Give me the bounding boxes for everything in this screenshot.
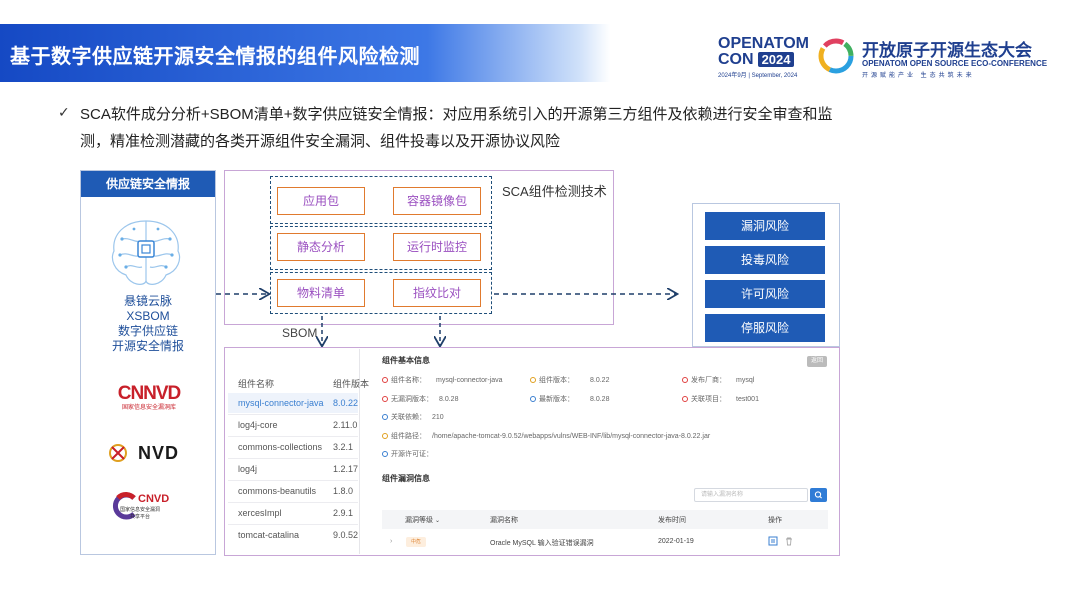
field-vendor-value: mysql <box>736 377 755 384</box>
slide: 基于数字供应链开源安全情报的组件风险检测 OPENATOM CON 2024 20… <box>0 0 1080 608</box>
row-divider <box>228 524 358 525</box>
sbom-label: SBOM <box>282 326 318 340</box>
component-row-name[interactable]: xercesImpl <box>238 508 282 518</box>
field-name: 组件名称： mysql-connector-java <box>382 375 503 385</box>
dot-icon <box>382 396 388 402</box>
component-row-name[interactable]: log4j <box>238 464 257 474</box>
vuln-level-badge: 中危 <box>406 537 426 547</box>
row-divider <box>228 502 358 503</box>
chevron-down-icon: ⌄ <box>435 518 441 524</box>
field-version: 组件版本： 8.0.22 <box>530 375 609 385</box>
component-row-version[interactable]: 1.8.0 <box>333 486 353 496</box>
component-row-version[interactable]: 2.11.0 <box>333 420 357 430</box>
dot-icon <box>382 414 388 420</box>
vuln-table-header <box>382 510 828 529</box>
field-recommend-value: 8.0.28 <box>439 396 459 403</box>
vuln-risk-badge: 漏洞风险 <box>705 212 825 240</box>
component-row-version[interactable]: 8.0.22 <box>333 398 358 408</box>
dot-icon <box>382 433 388 439</box>
field-latest-value: 8.0.28 <box>590 396 610 403</box>
field-license: 开源许可证： <box>382 449 433 459</box>
component-row-name[interactable]: tomcat-catalina <box>238 530 299 540</box>
vuln-info-title: 组件漏洞信息 <box>382 474 430 483</box>
field-path-label: 组件路径： <box>391 433 426 440</box>
vuln-col-level[interactable]: 漏洞等级 ⌄ <box>405 515 440 525</box>
detail-icon[interactable] <box>768 536 778 546</box>
dot-icon <box>530 396 536 402</box>
vuln-row-name[interactable]: Oracle MySQL 输入验证错误漏洞 <box>490 538 594 548</box>
component-row-version[interactable]: 9.0.52 <box>333 530 358 540</box>
field-license-label: 开源许可证： <box>391 451 433 458</box>
field-path: 组件路径： /home/apache-tomcat-9.0.52/webapps/… <box>382 431 710 441</box>
component-row-version[interactable]: 3.2.1 <box>333 442 353 452</box>
component-row-name[interactable]: commons-beanutils <box>238 486 316 496</box>
row-divider <box>228 436 358 437</box>
col-header-version: 组件版本 <box>333 379 370 389</box>
row-divider <box>228 480 358 481</box>
vuln-col-action: 操作 <box>768 517 782 524</box>
field-path-value: /home/apache-tomcat-9.0.52/webapps/vulns… <box>432 433 711 440</box>
field-version-label: 组件版本： <box>539 377 574 384</box>
expand-chevron-icon[interactable]: › <box>390 538 392 545</box>
component-row-name[interactable]: log4j-core <box>238 420 278 430</box>
eol-risk-badge: 停服风险 <box>705 314 825 342</box>
row-divider <box>228 458 358 459</box>
field-recommend-label: 无漏洞版本： <box>391 396 433 403</box>
dot-icon <box>530 377 536 383</box>
field-deps-label: 关联依赖： <box>391 414 426 421</box>
back-button[interactable]: 返回 <box>807 356 827 367</box>
col-header-name: 组件名称 <box>238 379 275 389</box>
trash-icon[interactable] <box>784 536 794 546</box>
license-risk-badge: 许可风险 <box>705 280 825 308</box>
vuln-col-level-label: 漏洞等级 <box>405 517 433 524</box>
vuln-search-input[interactable]: 请输入漏洞名称 <box>694 488 808 502</box>
row-divider <box>228 414 358 415</box>
field-latest-label: 最新版本： <box>539 396 574 403</box>
dot-icon <box>682 377 688 383</box>
component-row-version[interactable]: 2.9.1 <box>333 508 353 518</box>
vuln-row-time: 2022-01-19 <box>658 538 694 545</box>
field-vendor: 发布厂商： mysql <box>682 375 754 385</box>
vuln-col-time: 发布时间 <box>658 517 686 524</box>
field-project: 关联项目： test001 <box>682 394 759 404</box>
field-deps-value: 210 <box>432 414 444 421</box>
field-name-value: mysql-connector-java <box>436 377 503 384</box>
field-name-label: 组件名称： <box>391 377 426 384</box>
component-row-version[interactable]: 1.2.17 <box>333 464 358 474</box>
vuln-search-button[interactable] <box>810 488 827 502</box>
field-vendor-label: 发布厂商： <box>691 377 726 384</box>
poison-risk-badge: 投毒风险 <box>705 246 825 274</box>
vuln-col-name: 漏洞名称 <box>490 517 518 524</box>
component-row-name[interactable]: mysql-connector-java <box>238 398 324 408</box>
field-project-label: 关联项目： <box>691 396 726 403</box>
search-icon <box>814 491 822 499</box>
dot-icon <box>382 451 388 457</box>
dot-icon <box>382 377 388 383</box>
field-deps: 关联依赖： 210 <box>382 412 444 422</box>
field-recommend: 无漏洞版本： 8.0.28 <box>382 394 458 404</box>
field-version-value: 8.0.22 <box>590 377 610 384</box>
dot-icon <box>682 396 688 402</box>
field-latest: 最新版本： 8.0.28 <box>530 394 609 404</box>
component-row-name[interactable]: commons-collections <box>238 442 322 452</box>
field-project-value: test001 <box>736 396 759 403</box>
basic-info-title: 组件基本信息 <box>382 356 430 365</box>
